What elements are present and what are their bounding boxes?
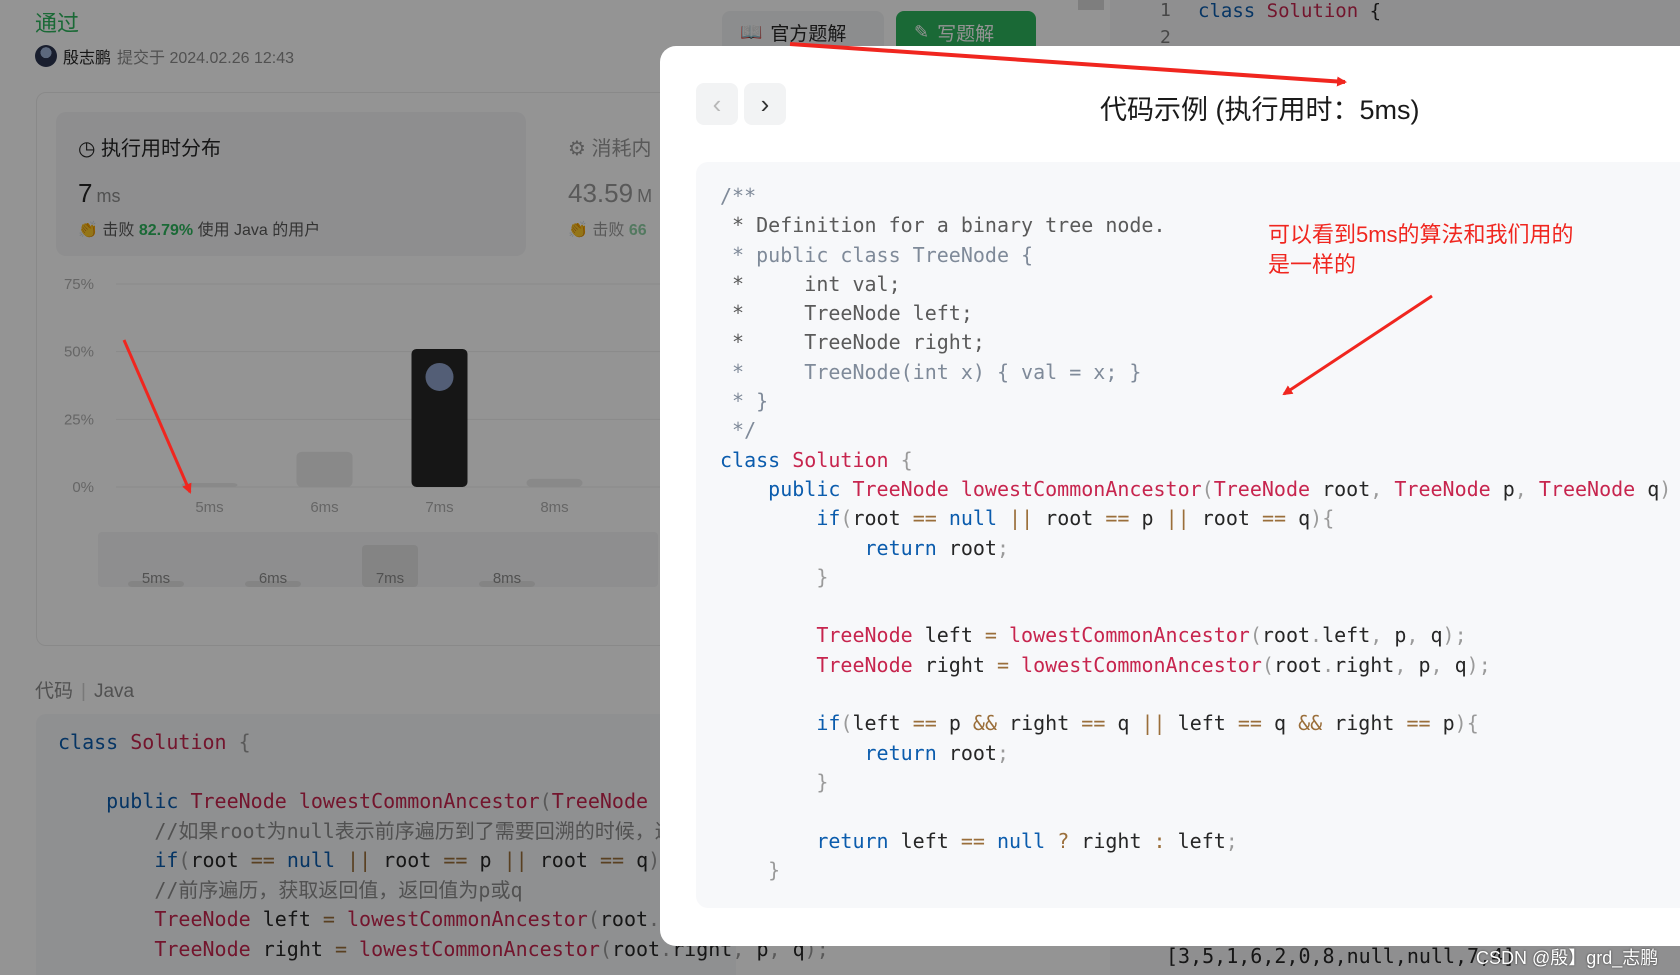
annotation-text: 可以看到5ms的算法和我们用的 是一样的 [1268,222,1574,277]
watermark: CSDN @殷】grd_志鹏 [1476,948,1659,968]
prev-button[interactable]: ‹ [696,83,738,125]
chevron-left-icon: ‹ [712,88,722,119]
code-example-modal: ‹ › 代码示例 (执行用时：5ms) /** * Definition for… [660,46,1680,946]
chevron-right-icon: › [760,88,770,119]
modal-title: 代码示例 (执行用时：5ms) [1100,95,1420,125]
example-code: /** * Definition for a binary tree node.… [720,184,1672,882]
next-button[interactable]: › [744,83,786,125]
